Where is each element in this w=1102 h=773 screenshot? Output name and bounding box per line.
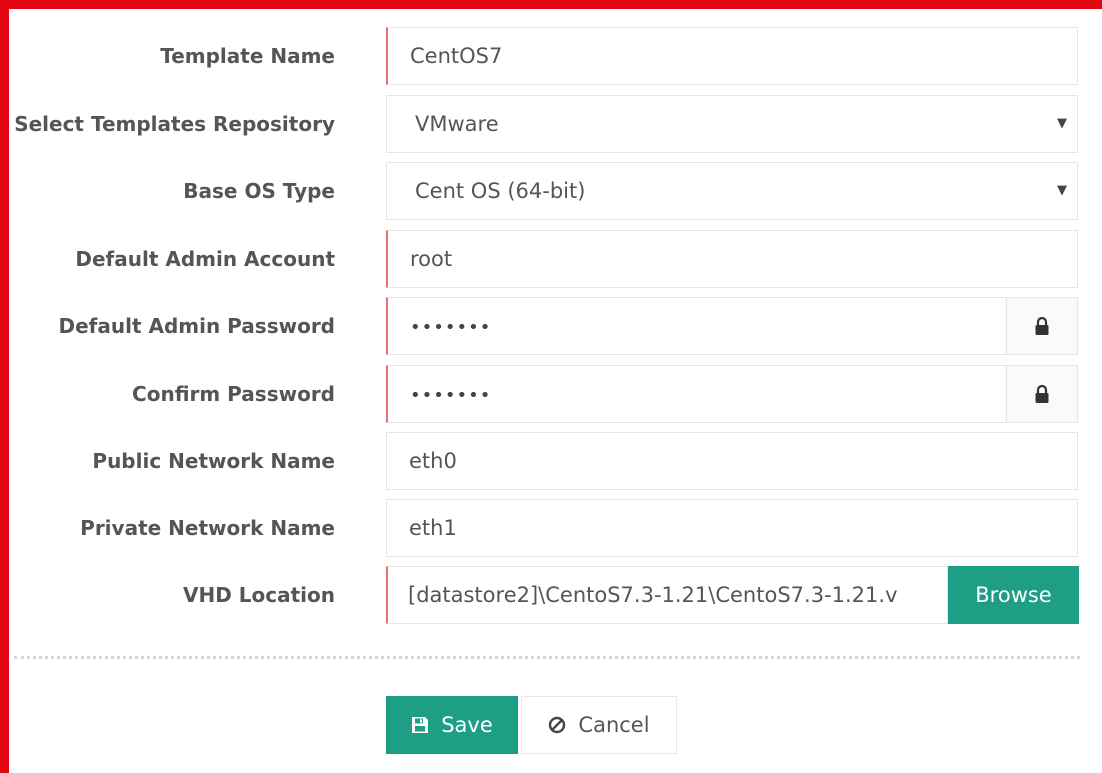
vhd-location-input[interactable]: [datastore2]\CentoS7.3-1.21\CentoS7.3-1.… xyxy=(386,566,948,624)
templates-repository-select[interactable]: VMware ▼ xyxy=(386,95,1078,153)
ban-icon xyxy=(548,716,566,734)
template-name-value: CentOS7 xyxy=(410,44,503,68)
vhd-location-label: VHD Location xyxy=(182,583,335,607)
templates-repository-row: Select Templates Repository VMware ▼ xyxy=(0,95,1102,153)
public-network-name-label: Public Network Name xyxy=(92,449,335,473)
chevron-down-icon: ▼ xyxy=(1057,183,1067,198)
save-button[interactable]: Save xyxy=(386,696,518,754)
form-divider xyxy=(14,656,1080,659)
private-network-name-row: Private Network Name eth1 xyxy=(0,499,1102,557)
confirm-password-input[interactable]: ••••••• xyxy=(386,365,1078,423)
private-network-name-label: Private Network Name xyxy=(80,516,335,540)
default-admin-password-row: Default Admin Password ••••••• xyxy=(0,297,1102,355)
confirm-password-row: Confirm Password ••••••• xyxy=(0,365,1102,423)
private-network-name-input[interactable]: eth1 xyxy=(386,499,1078,557)
templates-repository-label: Select Templates Repository xyxy=(14,112,335,136)
private-network-name-value: eth1 xyxy=(409,516,457,540)
chevron-down-icon: ▼ xyxy=(1057,116,1067,131)
default-admin-account-value: root xyxy=(410,247,453,271)
cancel-button[interactable]: Cancel xyxy=(521,696,677,754)
base-os-type-value: Cent OS (64-bit) xyxy=(415,179,586,203)
save-button-label: Save xyxy=(441,713,493,737)
default-admin-account-input[interactable]: root xyxy=(386,230,1078,288)
confirm-password-value: ••••••• xyxy=(410,385,492,406)
highlight-frame-top xyxy=(0,0,1102,9)
vhd-location-value: [datastore2]\CentoS7.3-1.21\CentoS7.3-1.… xyxy=(408,583,898,607)
default-admin-password-value: ••••••• xyxy=(410,317,492,338)
lock-icon[interactable] xyxy=(1006,366,1077,422)
floppy-disk-icon xyxy=(411,716,429,734)
template-name-label: Template Name xyxy=(160,44,335,68)
template-name-input[interactable]: CentOS7 xyxy=(386,27,1078,85)
public-network-name-value: eth0 xyxy=(409,449,457,473)
base-os-type-row: Base OS Type Cent OS (64-bit) ▼ xyxy=(0,162,1102,220)
default-admin-password-input[interactable]: ••••••• xyxy=(386,297,1078,355)
default-admin-account-label: Default Admin Account xyxy=(75,247,335,271)
templates-repository-value: VMware xyxy=(415,112,499,136)
public-network-name-input[interactable]: eth0 xyxy=(386,432,1078,490)
template-name-row: Template Name CentOS7 xyxy=(0,27,1102,85)
base-os-type-select[interactable]: Cent OS (64-bit) ▼ xyxy=(386,162,1078,220)
browse-button[interactable]: Browse xyxy=(948,566,1079,624)
default-admin-account-row: Default Admin Account root xyxy=(0,230,1102,288)
base-os-type-label: Base OS Type xyxy=(183,179,335,203)
default-admin-password-label: Default Admin Password xyxy=(58,314,336,338)
confirm-password-label: Confirm Password xyxy=(132,382,335,406)
cancel-button-label: Cancel xyxy=(578,713,650,737)
lock-icon[interactable] xyxy=(1006,298,1077,354)
vhd-location-row: VHD Location [datastore2]\CentoS7.3-1.21… xyxy=(0,566,1102,624)
public-network-name-row: Public Network Name eth0 xyxy=(0,432,1102,490)
